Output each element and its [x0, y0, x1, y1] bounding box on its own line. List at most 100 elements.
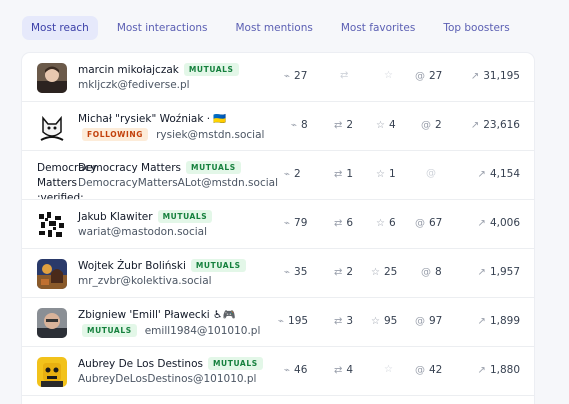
reach-icon: ↗ [477, 266, 486, 278]
list-item[interactable]: Democracy Matters :verified: Democracy M… [22, 151, 534, 200]
list-item[interactable]: Wojtek Żubr Boliński MUTUALS mr_zvbr@kol… [22, 249, 534, 298]
interactions-stat: ⌁ 79 [284, 217, 308, 229]
boosts-stat: ⇄ 3 [334, 315, 354, 327]
handle-line: FOLLOWING rysiek@mstdn.social [82, 128, 264, 141]
handle-line: MUTUALS emill1984@101010.pl [82, 324, 260, 337]
boosts-stat: ⇄ 6 [334, 217, 354, 229]
favorites-stat: ☆ 25 [371, 266, 398, 278]
reach-icon: ↗ [477, 168, 486, 180]
boost-icon: ⇄ [334, 217, 343, 229]
favorites-stat: ☆ 95 [371, 315, 398, 327]
account-handle[interactable]: DemocracyMattersALot@mstdn.social [78, 177, 278, 189]
mentions-stat: @2 [421, 119, 442, 131]
tab-most-interactions[interactable]: Most interactions [108, 16, 217, 40]
tab-most-mentions[interactable]: Most mentions [227, 16, 322, 40]
account-handle[interactable]: wariat@mastodon.social [78, 226, 207, 238]
avatar[interactable] [37, 259, 67, 289]
avatar[interactable] [37, 112, 67, 142]
mutuals-badge: MUTUALS [207, 357, 263, 370]
mentions-stat: @97 [415, 315, 443, 327]
display-name-line: Aubrey De Los Destinos MUTUALS [78, 357, 263, 370]
account-handle[interactable]: rysiek@mstdn.social [156, 129, 264, 141]
display-name[interactable]: Aubrey De Los Destinos [78, 358, 203, 370]
boost-icon: ⇄ [334, 315, 343, 327]
favorites-stat: ☆ 6 [376, 217, 396, 229]
favorites-stat: ☆ [384, 364, 397, 375]
tab-most-reach[interactable]: Most reach [22, 16, 98, 40]
display-name[interactable]: Democracy Matters [78, 162, 181, 174]
mutuals-badge: MUTUALS [157, 210, 213, 223]
avatar[interactable] [37, 210, 67, 240]
account-handle[interactable]: emill1984@101010.pl [145, 325, 261, 337]
reach-stat: ↗ 23,616 [470, 119, 520, 131]
at-icon: @ [415, 364, 425, 376]
list-item[interactable]: Michał "rysiek" Woźniak · 🇺🇦 FOLLOWING r… [22, 102, 534, 151]
reach-icon: ↗ [477, 217, 486, 229]
display-name[interactable]: Michał "rysiek" Woźniak · 🇺🇦 [78, 112, 227, 125]
account-handle[interactable]: AubreyDeLosDestinos@101010.pl [78, 373, 256, 385]
avatar[interactable] [37, 308, 67, 338]
list-item[interactable]: Zbigniew 'Emill' Pławecki ♿🎮 MUTUALS emi… [22, 298, 534, 347]
boost-icon: ⇄ [334, 266, 343, 278]
display-name-line: Jakub Klawiter MUTUALS [78, 210, 213, 223]
mutuals-badge: MUTUALS [183, 63, 239, 76]
boost-icon: ⇄ [334, 168, 343, 180]
at-icon: @ [421, 119, 431, 131]
activity-icon: ⌁ [284, 70, 291, 82]
activity-icon: ⌁ [284, 217, 291, 229]
list-item[interactable]: Jakub Klawiter MUTUALS wariat@mastodon.s… [22, 200, 534, 249]
list-item[interactable]: Aubrey De Los Destinos MUTUALS AubreyDeL… [22, 347, 534, 396]
reach-icon: ↗ [470, 70, 480, 82]
display-name[interactable]: Wojtek Żubr Boliński [78, 260, 186, 272]
star-icon: ☆ [376, 217, 385, 229]
boost-icon: ⇄ [340, 70, 349, 81]
reach-icon: ↗ [470, 119, 480, 131]
activity-icon: ⌁ [291, 119, 298, 131]
interactions-stat: ⌁ 8 [291, 119, 308, 131]
interactions-stat: ⌁ 35 [284, 266, 308, 278]
tab-most-favorites[interactable]: Most favorites [332, 16, 424, 40]
favorites-stat: ☆ [384, 70, 397, 81]
avatar[interactable] [37, 63, 67, 93]
reach-stat: ↗ 1,880 [477, 364, 520, 376]
at-icon: @ [415, 70, 425, 82]
at-icon: @ [415, 217, 425, 229]
reach-icon: ↗ [477, 364, 486, 376]
boosts-stat: ⇄ 2 [334, 266, 354, 278]
interactions-stat: ⌁ 46 [284, 364, 308, 376]
interactions-stat: ⌁ 195 [278, 315, 309, 327]
list-item[interactable]: marcin mikołajczak MUTUALS mkljczk@fediv… [22, 53, 534, 102]
display-name[interactable]: Zbigniew 'Emill' Pławecki ♿🎮 [78, 308, 236, 321]
star-icon: ☆ [384, 364, 393, 375]
at-icon: @ [426, 168, 436, 179]
display-name-line: Wojtek Żubr Boliński MUTUALS [78, 259, 246, 272]
at-icon: @ [421, 266, 431, 278]
boost-icon: ⇄ [334, 364, 343, 376]
tab-bar: Most reach Most interactions Most mentio… [22, 16, 527, 40]
activity-icon: ⌁ [278, 315, 285, 327]
activity-icon: ⌁ [284, 168, 291, 180]
mutuals-badge: MUTUALS [82, 324, 137, 337]
account-handle[interactable]: mkljczk@fediverse.pl [78, 79, 190, 91]
tab-top-boosters[interactable]: Top boosters [434, 16, 518, 40]
display-name-line: Zbigniew 'Emill' Pławecki ♿🎮 [78, 308, 236, 321]
boosts-stat: ⇄ 4 [334, 364, 354, 376]
display-name[interactable]: marcin mikołajczak [78, 64, 179, 76]
mentions-stat: @8 [421, 266, 442, 278]
reach-stat: ↗ 1,957 [477, 266, 520, 278]
star-icon: ☆ [376, 168, 385, 180]
reach-stat: ↗ 1,899 [477, 315, 520, 327]
display-name-line: Democracy Matters MUTUALS [78, 161, 241, 174]
activity-icon: ⌁ [284, 266, 291, 278]
following-badge: FOLLOWING [82, 128, 149, 141]
display-name[interactable]: Jakub Klawiter [78, 211, 153, 223]
boosts-stat: ⇄ [340, 70, 352, 81]
account-handle[interactable]: mr_zvbr@kolektiva.social [78, 275, 212, 287]
reach-icon: ↗ [477, 315, 486, 327]
reach-stat: ↗ 4,006 [477, 217, 520, 229]
interactions-stat: ⌁ 2 [284, 168, 301, 180]
accounts-list: marcin mikołajczak MUTUALS mkljczk@fediv… [22, 53, 534, 404]
avatar[interactable] [37, 357, 67, 387]
reach-stat: ↗ 4,154 [477, 168, 520, 180]
boosts-stat: ⇄ 2 [334, 119, 354, 131]
